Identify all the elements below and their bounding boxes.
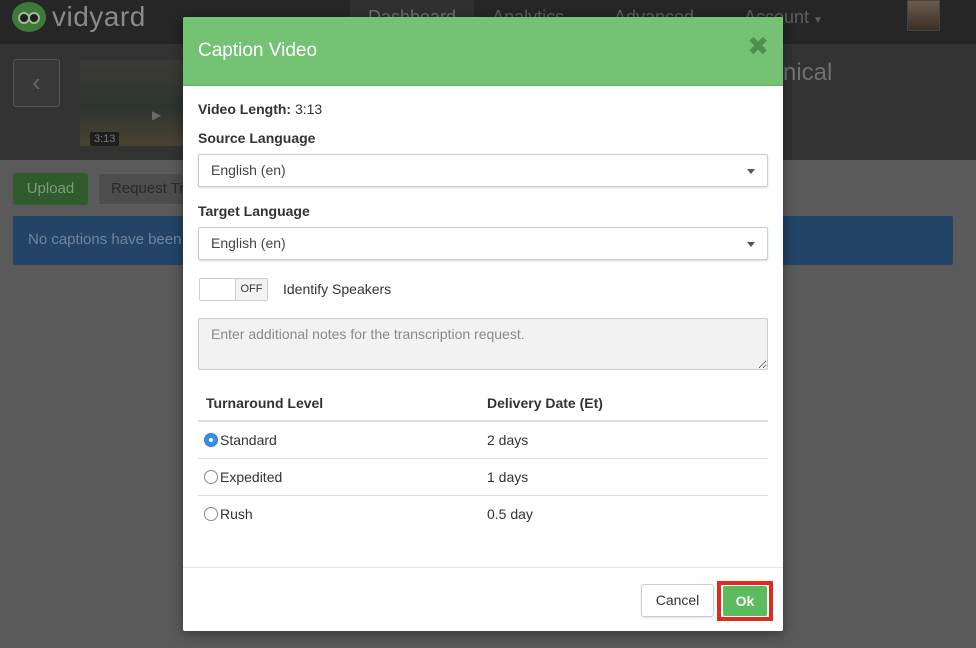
identify-speakers-label: Identify Speakers <box>283 281 392 297</box>
modal-header: Caption Video ✖ <box>183 17 783 86</box>
chevron-down-icon: ▼ <box>813 15 823 26</box>
source-language-label: Source Language <box>198 130 316 146</box>
user-avatar[interactable] <box>907 0 940 31</box>
toggle-state-text: OFF <box>236 278 267 300</box>
chevron-down-icon <box>747 169 755 174</box>
chevron-left-icon: ‹ <box>32 67 41 97</box>
target-language-value: English (en) <box>211 235 286 251</box>
cancel-button[interactable]: Cancel <box>641 584 714 617</box>
turnaround-level-text: Expedited <box>220 468 283 485</box>
turnaround-level-text: Rush <box>220 505 253 522</box>
table-row[interactable]: Standard 2 days <box>198 421 768 459</box>
table-header-row: Turnaround Level Delivery Date (Et) <box>198 385 768 422</box>
source-language-select[interactable]: English (en) <box>198 154 768 187</box>
source-language-value: English (en) <box>211 162 286 178</box>
play-icon: ▶ <box>152 108 162 122</box>
video-length-value: 3:13 <box>294 101 323 117</box>
turnaround-table: Turnaround Level Delivery Date (Et) Stan… <box>198 385 768 532</box>
turnaround-level-text: Standard <box>220 431 277 448</box>
target-language-label: Target Language <box>198 203 310 219</box>
upload-button[interactable]: Upload <box>13 173 88 205</box>
vidyard-logo[interactable]: vidyard <box>12 1 146 32</box>
turnaround-option-expedited[interactable]: Expedited <box>198 458 479 496</box>
chevron-down-icon <box>747 242 755 247</box>
turnaround-option-standard[interactable]: Standard <box>198 421 479 459</box>
table-row[interactable]: Expedited 1 days <box>198 458 768 496</box>
target-language-select[interactable]: English (en) <box>198 227 768 260</box>
radio-unselected-icon[interactable] <box>204 469 218 484</box>
modal-footer: Cancel Ok <box>183 567 783 631</box>
delivery-date-cell: 2 days <box>479 421 768 459</box>
ok-button[interactable]: Ok <box>723 586 767 616</box>
video-length-label: Video Length: <box>198 101 292 117</box>
back-button[interactable]: ‹ <box>13 59 60 107</box>
delivery-date-cell: 1 days <box>479 458 768 496</box>
modal-title: Caption Video <box>198 40 318 61</box>
radio-unselected-icon[interactable] <box>204 506 218 521</box>
identify-speakers-toggle[interactable]: OFF <box>199 277 268 301</box>
video-duration-badge: 3:13 <box>90 132 120 146</box>
identify-speakers-row: OFF Identify Speakers <box>199 277 391 301</box>
turnaround-option-rush[interactable]: Rush <box>198 495 479 532</box>
delivery-date-cell: 0.5 day <box>487 505 533 522</box>
table-row[interactable]: Rush 0.5 day <box>198 495 768 532</box>
transcription-notes-input[interactable] <box>198 318 768 370</box>
radio-selected-icon[interactable] <box>204 432 218 447</box>
logo-text: vidyard <box>52 1 146 32</box>
close-icon[interactable]: ✖ <box>747 33 769 59</box>
toggle-knob <box>200 278 236 300</box>
turnaround-level-header: Turnaround Level <box>198 385 479 422</box>
delivery-date-header: Delivery Date (Et) <box>479 385 768 422</box>
caption-video-modal: Caption Video ✖ Video Length: 3:13 Sourc… <box>183 17 783 631</box>
video-length-row: Video Length: 3:13 <box>198 101 322 117</box>
video-title: nical <box>783 59 833 86</box>
vidyard-logo-icon <box>12 2 46 32</box>
video-thumbnail[interactable]: ▶ 3:13 <box>80 60 190 146</box>
